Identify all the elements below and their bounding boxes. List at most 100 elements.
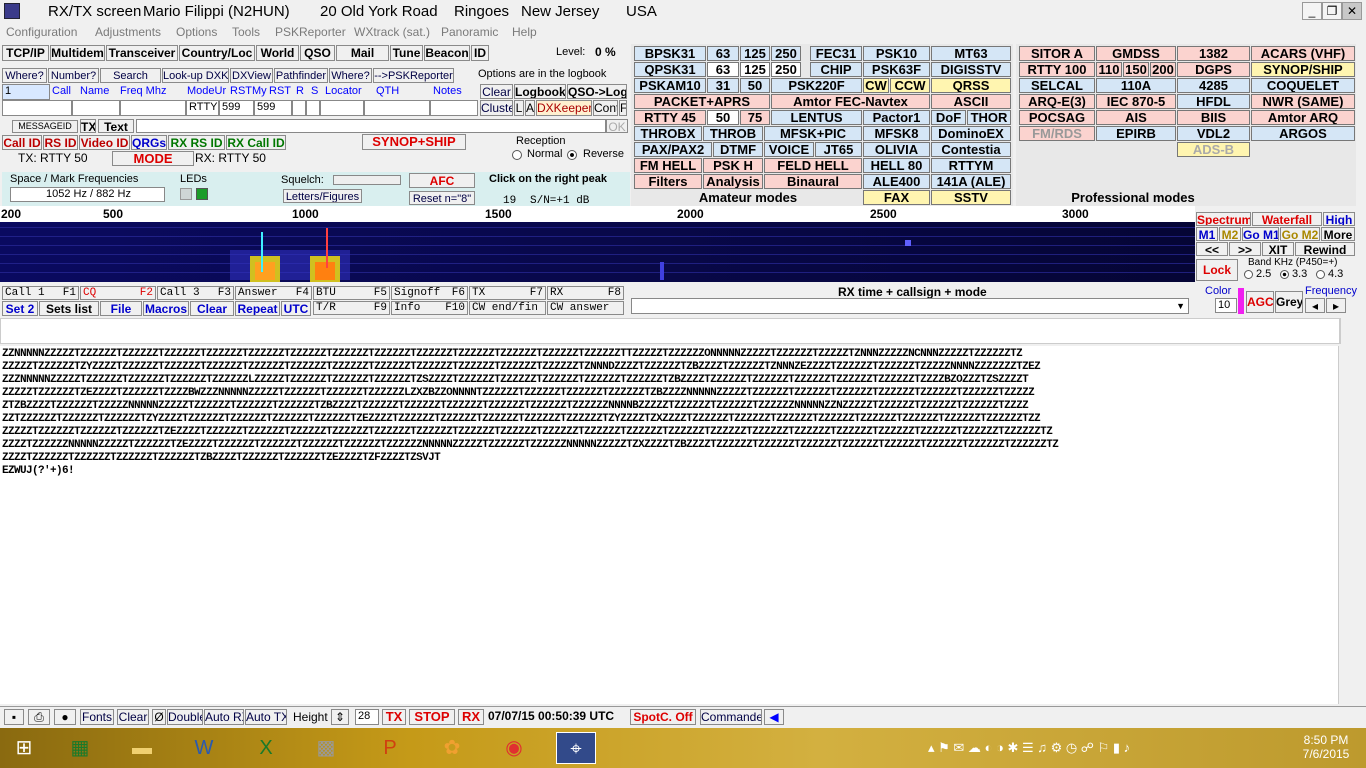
mode-bpsk250[interactable]: 250	[771, 46, 801, 61]
mode-ccw[interactable]: CCW	[890, 78, 930, 93]
qrgs-button[interactable]: QRGs	[131, 135, 167, 150]
more-button[interactable]: More	[1321, 227, 1355, 241]
freq-right-button[interactable]: ▸	[1326, 298, 1346, 313]
mode-fm-rds[interactable]: FM/RDS	[1019, 126, 1095, 141]
country-loc-button[interactable]: Country/Loc	[179, 45, 255, 61]
mode-digisstv[interactable]: DIGISSTV	[931, 62, 1011, 77]
cont-button[interactable]: Cont	[593, 100, 618, 116]
macro-btu[interactable]: BTU F5	[313, 286, 390, 300]
mode-mfsk-pic[interactable]: MFSK+PIC	[764, 126, 862, 141]
scroll-fwd-button[interactable]: >>	[1229, 242, 1261, 256]
speaker-icon[interactable]: ◀	[764, 709, 784, 725]
search-button[interactable]: Search	[100, 68, 161, 83]
grey-button[interactable]: Grey	[1275, 291, 1303, 313]
s-field[interactable]	[306, 100, 320, 116]
mode-psk10[interactable]: PSK10	[863, 46, 930, 61]
mode-rtty45[interactable]: RTTY 45	[634, 110, 706, 125]
rx-text-area[interactable]: ZZNNNNNZZZZZTZZZZZZTZZZZZZTZZZZZZTZZZZZZ…	[0, 346, 1338, 704]
calculator-icon[interactable]: ▦	[60, 732, 100, 764]
l-button[interactable]: L	[514, 100, 524, 116]
mode-hell80[interactable]: HELL 80	[863, 158, 930, 173]
rx-scrollbar[interactable]	[1338, 346, 1356, 704]
menu-panoramic[interactable]: Panoramic	[441, 25, 498, 39]
file-button[interactable]: File	[100, 301, 142, 316]
microphone-icon[interactable]: ●	[54, 709, 76, 725]
tune-button[interactable]: Tune	[390, 45, 423, 61]
rx-rs-id-button[interactable]: RX RS ID	[168, 135, 225, 150]
menu-wxtrack[interactable]: WXtrack (sat.)	[354, 25, 430, 39]
video-id-button[interactable]: Video ID	[79, 135, 130, 150]
spectrum-button[interactable]: Spectrum	[1196, 212, 1251, 226]
macros-button[interactable]: Macros	[143, 301, 189, 316]
mode-pskam50[interactable]: 50	[740, 78, 770, 93]
synop-ship-button[interactable]: SYNOP+SHIP	[362, 134, 466, 150]
mode-mfsk8[interactable]: MFSK8	[863, 126, 930, 141]
qso-button[interactable]: QSO	[300, 45, 335, 61]
utc-button[interactable]: UTC	[281, 301, 311, 316]
rx-call-id-button[interactable]: RX Call ID	[226, 135, 286, 150]
tab-tx[interactable]: TX	[80, 119, 96, 133]
mode-feld-hell[interactable]: FELD HELL	[764, 158, 862, 173]
menu-configuration[interactable]: Configuration	[6, 25, 77, 39]
pskreporter-button[interactable]: -->PSKReporter	[373, 68, 454, 83]
mode-rtty50[interactable]: 50	[707, 110, 739, 125]
mode-qpsk31[interactable]: QPSK31	[634, 62, 706, 77]
taskbar-clock[interactable]: 8:50 PM 7/6/2015	[1300, 733, 1352, 761]
tx-text-input[interactable]	[136, 119, 606, 133]
mode-4285[interactable]: 4285	[1177, 78, 1250, 93]
mode-fm-hell[interactable]: FM HELL	[634, 158, 702, 173]
filters-button[interactable]: Filters	[634, 174, 702, 189]
file-explorer-icon[interactable]: ▬	[122, 732, 162, 764]
mode-rttym[interactable]: RTTYM	[931, 158, 1011, 173]
go-m2-button[interactable]: Go M2	[1280, 227, 1320, 241]
color-value[interactable]: 10	[1215, 298, 1237, 313]
mode-throb[interactable]: THROB	[703, 126, 763, 141]
mode-pax[interactable]: PAX/PAX2	[634, 142, 712, 157]
call-id-button[interactable]: Call ID	[2, 135, 42, 150]
mode-sstv[interactable]: SSTV	[931, 190, 1011, 205]
double-button[interactable]: Double	[167, 709, 203, 725]
mode-lentus[interactable]: LENTUS	[771, 110, 862, 125]
mode-ale400[interactable]: ALE400	[863, 174, 930, 189]
clear-log-button[interactable]: Clear	[480, 84, 513, 99]
high-button[interactable]: High	[1323, 212, 1355, 226]
freq-field[interactable]	[120, 100, 186, 116]
tcpip-button[interactable]: TCP/IP	[2, 45, 49, 61]
excel-icon[interactable]: X	[246, 732, 286, 764]
mode-dgps[interactable]: DGPS	[1177, 62, 1250, 77]
command-input[interactable]	[0, 318, 1340, 344]
rst-my-field[interactable]: 599	[254, 100, 292, 116]
commander-button[interactable]: Commander	[700, 709, 762, 725]
mode-olivia[interactable]: OLIVIA	[863, 142, 930, 157]
mode-jt65[interactable]: JT65	[815, 142, 862, 157]
lookup-dxk-button[interactable]: Look-up DXK	[162, 68, 229, 83]
mode-dominoex[interactable]: DominoEX	[931, 126, 1011, 141]
squelch-slider[interactable]	[333, 175, 401, 185]
word-icon[interactable]: W	[184, 732, 224, 764]
id-button[interactable]: ID	[471, 45, 489, 61]
mode-bpsk125[interactable]: 125	[740, 46, 770, 61]
afc-button[interactable]: AFC	[409, 173, 475, 188]
powerpoint-icon[interactable]: P	[370, 732, 410, 764]
tx-button[interactable]: TX	[382, 709, 406, 725]
beacon-button[interactable]: Beacon	[424, 45, 470, 61]
set2-button[interactable]: Set 2	[2, 301, 38, 316]
menu-help[interactable]: Help	[512, 25, 537, 39]
mode-nwr-same[interactable]: NWR (SAME)	[1251, 94, 1355, 109]
fonts-button[interactable]: Fonts	[80, 709, 114, 725]
macro-call1[interactable]: Call 1 F1	[2, 286, 79, 300]
mode-pocsag[interactable]: POCSAG	[1019, 110, 1095, 125]
mode-ais[interactable]: AIS	[1096, 110, 1176, 125]
paint-icon[interactable]: ✿	[432, 732, 472, 764]
m2-button[interactable]: M2	[1219, 227, 1241, 241]
multidem-button[interactable]: Multidem	[50, 45, 105, 61]
go-m1-button[interactable]: Go M1	[1242, 227, 1279, 241]
mode-dof[interactable]: DoF	[931, 110, 966, 125]
windows-start-icon[interactable]: ⊞	[4, 732, 44, 764]
mode-chip[interactable]: CHIP	[810, 62, 862, 77]
freq-left-button[interactable]: ◂	[1305, 298, 1325, 313]
macro-tx[interactable]: TX F7	[469, 286, 546, 300]
mode-contestia[interactable]: Contestia	[931, 142, 1011, 157]
waterfall-button[interactable]: Waterfall	[1252, 212, 1322, 226]
binaural-button[interactable]: Binaural	[764, 174, 862, 189]
